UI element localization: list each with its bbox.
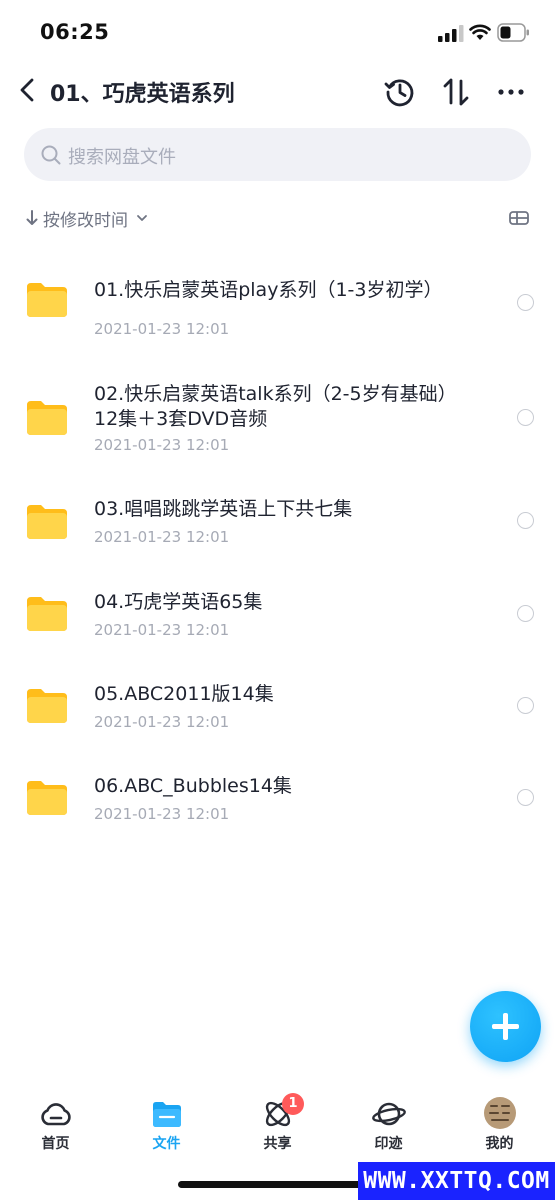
wifi-icon: [469, 24, 491, 40]
file-date: 2021-01-23 12:01: [94, 805, 230, 823]
signal-icon: [438, 25, 464, 42]
file-date: 2021-01-23 12:01: [94, 320, 230, 338]
select-radio[interactable]: [517, 512, 534, 529]
file-name: 06.ABC_Bubbles14集: [94, 775, 292, 797]
select-radio[interactable]: [517, 294, 534, 311]
sort-icon[interactable]: [439, 75, 473, 109]
list-item[interactable]: 01.快乐启蒙英语play系列（1-3岁初学） 2021-01-23 12:01: [0, 260, 555, 360]
list-item[interactable]: 03.唱唱跳跳学英语上下共七集 2021-01-23 12:01: [0, 490, 555, 565]
file-name: 04.巧虎学英语65集: [94, 591, 263, 613]
file-name: 05.ABC2011版14集: [94, 683, 274, 705]
search-icon: [41, 145, 61, 165]
folder-icon: [27, 689, 67, 723]
folder-icon: [27, 401, 67, 435]
folder-icon: [153, 1102, 181, 1127]
list-item[interactable]: 04.巧虎学英语65集 2021-01-23 12:01: [0, 583, 555, 658]
sort-by-modified-button[interactable]: 按修改时间: [24, 203, 149, 233]
search-input[interactable]: 搜索网盘文件: [24, 128, 531, 181]
tab-home[interactable]: 首页: [0, 1088, 111, 1158]
arrow-down-icon: [26, 210, 38, 225]
select-radio[interactable]: [517, 789, 534, 806]
add-button[interactable]: [470, 991, 541, 1062]
sort-bar: 按修改时间: [24, 203, 531, 233]
tab-profile[interactable]: 我的: [444, 1088, 555, 1158]
folder-icon: [27, 781, 67, 815]
home-indicator: [178, 1181, 378, 1188]
select-radio[interactable]: [517, 605, 534, 622]
file-date: 2021-01-23 12:01: [94, 621, 230, 639]
tab-label: 共享: [263, 1136, 292, 1152]
folder-icon: [27, 505, 67, 539]
list-item[interactable]: 02.快乐启蒙英语talk系列（2-5岁有基础）12集＋3套DVD音频 2021…: [0, 370, 555, 480]
tab-footprint[interactable]: 印迹: [333, 1088, 444, 1158]
file-date: 2021-01-23 12:01: [94, 436, 230, 454]
watermark: WWW.XXTTQ.COM: [358, 1162, 555, 1200]
tab-label: 文件: [152, 1136, 181, 1152]
list-item[interactable]: 06.ABC_Bubbles14集 2021-01-23 12:01: [0, 767, 555, 842]
history-icon[interactable]: [383, 75, 417, 109]
tab-files[interactable]: 文件: [111, 1088, 222, 1158]
file-name: 01.快乐启蒙英语play系列（1-3岁初学）: [94, 279, 443, 301]
tab-label: 印迹: [374, 1136, 403, 1152]
back-arrow-icon[interactable]: [14, 74, 42, 106]
cloud-icon: [41, 1103, 71, 1126]
file-name: 02.快乐启蒙英语talk系列（2-5岁有基础）12集＋3套DVD音频: [94, 383, 448, 430]
battery-icon: [497, 23, 529, 42]
search-placeholder: 搜索网盘文件: [68, 147, 176, 168]
file-date: 2021-01-23 12:01: [94, 528, 230, 546]
select-radio[interactable]: [517, 409, 534, 426]
list-item[interactable]: 05.ABC2011版14集 2021-01-23 12:01: [0, 675, 555, 750]
file-name: 03.唱唱跳跳学英语上下共七集: [94, 498, 353, 520]
folder-icon: [27, 597, 67, 631]
file-date: 2021-01-23 12:01: [94, 713, 230, 731]
planet-icon: [372, 1102, 406, 1126]
tab-label: 我的: [485, 1136, 514, 1152]
select-radio[interactable]: [517, 697, 534, 714]
view-mode-icon[interactable]: [507, 206, 531, 230]
notification-badge: 1: [282, 1093, 304, 1115]
avatar: [484, 1097, 516, 1129]
status-bar: 06:25: [0, 0, 555, 66]
tab-share[interactable]: 1 共享: [222, 1088, 333, 1158]
tab-bar: 首页 文件 1 共享 印迹 我的: [0, 1088, 555, 1158]
tab-label: 首页: [41, 1136, 70, 1152]
sort-label: 按修改时间: [43, 210, 128, 231]
navigation-header: 01、巧虎英语系列: [0, 66, 555, 118]
chevron-down-icon: [137, 215, 147, 221]
page-title: 01、巧虎英语系列: [50, 82, 235, 107]
more-options-icon[interactable]: [494, 75, 528, 109]
status-time: 06:25: [40, 20, 110, 44]
folder-icon: [27, 283, 67, 317]
